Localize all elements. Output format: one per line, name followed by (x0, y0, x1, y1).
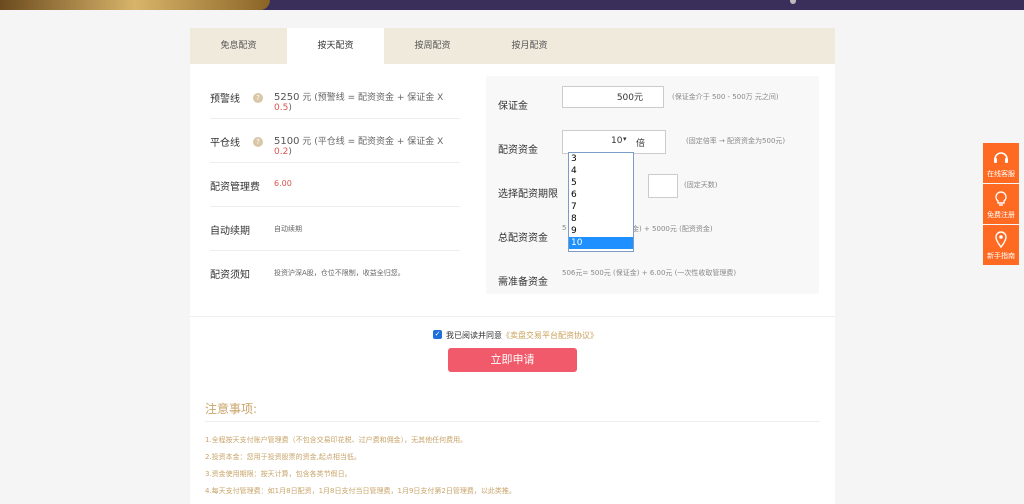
tab-interest-free[interactable]: 免息配资 (190, 28, 287, 64)
warning-factor: 0.5 (274, 103, 289, 113)
multiple-row: 配资资金 10 ▾ 倍 (固定倍率 → 配资资金为500元) (498, 130, 808, 170)
agreement-label: 我已阅读并同意 (446, 331, 502, 340)
liquidation-unit: 元 (302, 137, 312, 147)
need-hint: 506元= 500元 (保证金) + 6.00元 (一次性收取管理费) (562, 269, 737, 277)
multiple-select[interactable]: 10 ▾ 倍 (562, 130, 666, 154)
top-banner (0, 0, 1024, 10)
warning-amount: 5250 (274, 92, 300, 103)
dropdown-option[interactable]: 5 (569, 177, 633, 189)
liquidation-amount: 5100 (274, 136, 300, 147)
multiple-hint: (固定倍率 → 配资资金为500元) (686, 137, 786, 145)
sidebar-free-register[interactable]: 免费注册 (983, 184, 1019, 224)
dropdown-option[interactable]: 8 (569, 213, 633, 225)
warning-line-row: 预警线 ? 5250 元 (预警线 = 配资资金 + 保证金 X 0.5) (210, 78, 460, 119)
multiple-unit: 倍 (636, 139, 646, 149)
financing-notice-value: 投资沪深A股，仓位不限制，收益全归您。 (274, 269, 405, 277)
agree-checkbox[interactable]: ✓ (433, 330, 442, 339)
management-fee-row: 配资管理费 6.00 (210, 166, 460, 207)
management-fee-label: 配资管理费 (210, 182, 260, 193)
dropdown-option[interactable]: 3 (569, 153, 633, 165)
lightbulb-icon (995, 191, 1007, 206)
dropdown-option[interactable]: 6 (569, 189, 633, 201)
total-hint-prefix: 5 (562, 224, 567, 232)
multiple-label: 配资资金 (498, 145, 538, 156)
financing-form: 保证金 500元 (保证金介于 500 - 500万 元之间) 配资资金 10 … (486, 76, 819, 294)
notice-divider (205, 421, 820, 422)
multiple-value: 10 (611, 136, 623, 146)
warning-unit: 元 (302, 93, 312, 103)
total-hint: 金) + 5000元 (配资资金) (632, 225, 713, 233)
sidebar-label: 在线客服 (987, 170, 1015, 178)
agreement-text: 我已阅读并同意《卖盘交易平台配资协议》 (446, 330, 598, 341)
financing-panel: 免息配资 按天配资 按周配资 按月配资 预警线 ? 5250 元 (预警线 = … (190, 28, 835, 504)
banner-logo-strip (0, 0, 270, 10)
tab-weekly[interactable]: 按周配资 (384, 28, 481, 64)
need-label: 需准备资金 (498, 277, 548, 288)
liquidation-line-row: 平仓线 ? 5100 元 (平仓线 = 配资资金 + 保证金 X 0.2) (210, 122, 460, 163)
notice-item: 2.投资本金：您用于投资股票的资金,起点相当低。 (205, 453, 361, 461)
location-pin-icon (995, 231, 1007, 249)
dropdown-option-selected[interactable]: 10 (569, 237, 633, 249)
sidebar-label: 新手指南 (987, 252, 1015, 260)
help-icon[interactable]: ? (253, 137, 263, 147)
notice-item: 4.每天支付管理费：如1月8日配资，1月8日支付当日管理费，1月9日支付第2日管… (205, 487, 516, 495)
help-icon[interactable]: ? (253, 93, 263, 103)
dropdown-option[interactable]: 9 (569, 225, 633, 237)
period-row: 选择配资期限 (固定天数) (498, 174, 808, 214)
liquidation-line-value: 5100 元 (平仓线 = 配资资金 + 保证金 X 0.2) (274, 134, 460, 157)
tab-monthly[interactable]: 按月配资 (481, 28, 578, 64)
period-input[interactable] (648, 174, 678, 198)
deposit-label: 保证金 (498, 101, 528, 112)
apply-button[interactable]: 立即申请 (448, 348, 577, 372)
warning-formula: (预警线 = 配资资金 + 保证金 X (314, 93, 444, 103)
dropdown-option[interactable]: 4 (569, 165, 633, 177)
warning-close: ) (288, 103, 292, 113)
tab-bar: 免息配资 按天配资 按周配资 按月配资 (190, 28, 835, 64)
notice-item: 1.全程按天支付账户管理费（不包含交易印花税、过户费和佣金），无其他任何费用。 (205, 436, 468, 444)
divider (190, 316, 835, 317)
financing-notice-row: 配资须知 投资沪深A股，仓位不限制，收益全归您。 (210, 254, 460, 294)
auto-renew-value: 自动续期 (274, 225, 302, 233)
auto-renew-label: 自动续期 (210, 226, 250, 237)
liquidation-factor: 0.2 (274, 147, 289, 157)
sidebar-online-service[interactable]: 在线客服 (983, 143, 1019, 183)
warning-line-label: 预警线 (210, 94, 240, 105)
dropdown-option[interactable]: 7 (569, 201, 633, 213)
total-row: 总配资资金 5 金) + 5000元 (配资资金) (498, 218, 808, 258)
tab-daily[interactable]: 按天配资 (287, 28, 384, 64)
notice-title: 注意事项: (205, 402, 258, 416)
financing-notice-label: 配资须知 (210, 270, 250, 281)
liquidation-formula: (平仓线 = 配资资金 + 保证金 X (314, 137, 444, 147)
deposit-input[interactable]: 500元 (562, 86, 664, 108)
liquidation-close: ) (288, 147, 292, 157)
notice-item: 3.资金使用期限：按天计算，包含各类节假日。 (205, 470, 352, 478)
management-fee-value: 6.00 (274, 179, 292, 188)
warning-line-value: 5250 元 (预警线 = 配资资金 + 保证金 X 0.5) (274, 90, 460, 113)
banner-indicator (790, 0, 796, 4)
deposit-hint: (保证金介于 500 - 500万 元之间) (672, 93, 779, 101)
liquidation-line-label: 平仓线 (210, 138, 240, 149)
chevron-down-icon[interactable]: ▾ (623, 135, 627, 143)
multiple-dropdown-list: 3 4 5 6 7 8 9 10 (568, 152, 634, 252)
agreement-link[interactable]: 《卖盘交易平台配资协议》 (502, 331, 598, 340)
period-hint: (固定天数) (684, 181, 718, 189)
deposit-row: 保证金 500元 (保证金介于 500 - 500万 元之间) (498, 86, 808, 126)
need-row: 需准备资金 506元= 500元 (保证金) + 6.00元 (一次性收取管理费… (498, 262, 808, 302)
sidebar-beginner-guide[interactable]: 新手指南 (983, 225, 1019, 265)
sidebar-label: 免费注册 (987, 211, 1015, 219)
auto-renew-row: 自动续期 自动续期 (210, 210, 460, 251)
headset-icon (994, 152, 1008, 163)
period-label: 选择配资期限 (498, 189, 558, 200)
total-label: 总配资资金 (498, 233, 548, 244)
